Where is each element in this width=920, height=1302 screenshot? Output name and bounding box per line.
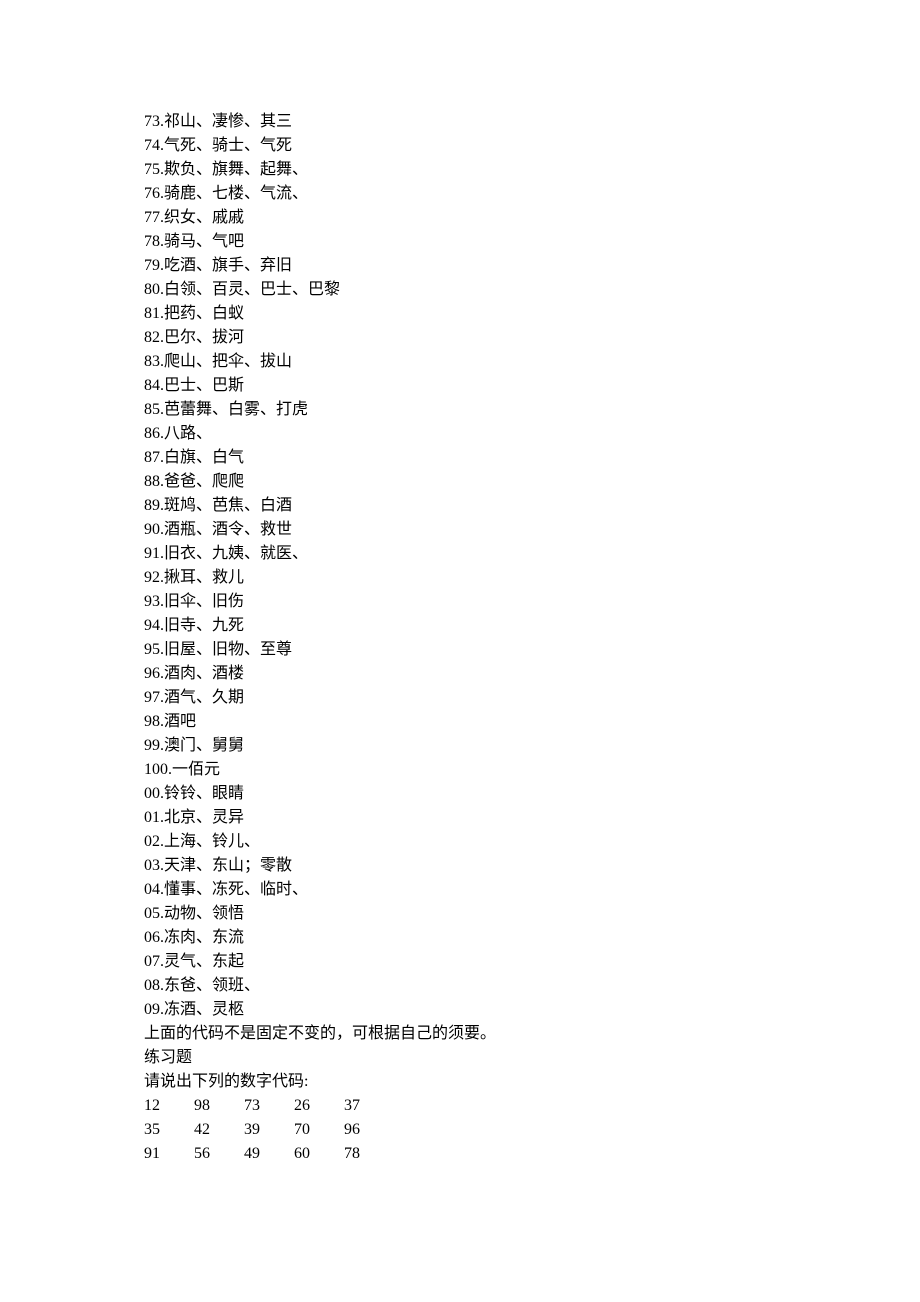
text-line: 07.灵气、东起 <box>144 950 920 974</box>
text-line: 79.吃酒、旗手、弃旧 <box>144 254 920 278</box>
text-line: 74.气死、骑士、气死 <box>144 134 920 158</box>
number-cell: 42 <box>194 1118 244 1142</box>
text-line: 100.一佰元 <box>144 758 920 782</box>
text-body: 73.祁山、凄惨、其三74.气死、骑士、气死75.欺负、旗舞、起舞、76.骑鹿、… <box>144 110 920 1094</box>
text-line: 81.把药、白蚁 <box>144 302 920 326</box>
number-cell: 12 <box>144 1094 194 1118</box>
number-cell: 78 <box>344 1142 394 1166</box>
text-line: 02.上海、铃儿、 <box>144 830 920 854</box>
number-cell: 70 <box>294 1118 344 1142</box>
number-row: 9156496078 <box>144 1142 920 1166</box>
number-cell: 98 <box>194 1094 244 1118</box>
number-cell: 49 <box>244 1142 294 1166</box>
number-cell: 39 <box>244 1118 294 1142</box>
number-cell: 37 <box>344 1094 394 1118</box>
text-line: 练习题 <box>144 1046 920 1070</box>
text-line: 06.冻肉、东流 <box>144 926 920 950</box>
text-line: 88.爸爸、爬爬 <box>144 470 920 494</box>
number-row: 1298732637 <box>144 1094 920 1118</box>
text-line: 04.懂事、冻死、临时、 <box>144 878 920 902</box>
text-line: 上面的代码不是固定不变的，可根据自己的须要。 <box>144 1022 920 1046</box>
number-cell: 91 <box>144 1142 194 1166</box>
text-line: 08.东爸、领班、 <box>144 974 920 998</box>
text-line: 94.旧寺、九死 <box>144 614 920 638</box>
text-line: 96.酒肉、酒楼 <box>144 662 920 686</box>
text-line: 05.动物、领悟 <box>144 902 920 926</box>
text-line: 85.芭蕾舞、白雾、打虎 <box>144 398 920 422</box>
text-line: 77.织女、戚戚 <box>144 206 920 230</box>
text-line: 99.澳门、舅舅 <box>144 734 920 758</box>
text-line: 82.巴尔、拔河 <box>144 326 920 350</box>
text-line: 75.欺负、旗舞、起舞、 <box>144 158 920 182</box>
text-line: 89.斑鸠、芭焦、白酒 <box>144 494 920 518</box>
number-cell: 26 <box>294 1094 344 1118</box>
text-line: 03.天津、东山；零散 <box>144 854 920 878</box>
text-line: 73.祁山、凄惨、其三 <box>144 110 920 134</box>
number-cell: 60 <box>294 1142 344 1166</box>
text-line: 01.北京、灵异 <box>144 806 920 830</box>
text-line: 90.酒瓶、酒令、救世 <box>144 518 920 542</box>
number-cell: 56 <box>194 1142 244 1166</box>
text-line: 76.骑鹿、七楼、气流、 <box>144 182 920 206</box>
text-line: 请说出下列的数字代码: <box>144 1070 920 1094</box>
number-grid: 129873263735423970969156496078 <box>144 1094 920 1166</box>
text-line: 93.旧伞、旧伤 <box>144 590 920 614</box>
text-line: 00.铃铃、眼睛 <box>144 782 920 806</box>
text-line: 87.白旗、白气 <box>144 446 920 470</box>
text-line: 95.旧屋、旧物、至尊 <box>144 638 920 662</box>
text-line: 92.揪耳、救儿 <box>144 566 920 590</box>
text-line: 84.巴士、巴斯 <box>144 374 920 398</box>
text-line: 86.八路、 <box>144 422 920 446</box>
number-cell: 35 <box>144 1118 194 1142</box>
text-line: 91.旧衣、九姨、就医、 <box>144 542 920 566</box>
text-line: 09.冻酒、灵柩 <box>144 998 920 1022</box>
text-line: 80.白领、百灵、巴士、巴黎 <box>144 278 920 302</box>
text-line: 83.爬山、把伞、拔山 <box>144 350 920 374</box>
number-row: 3542397096 <box>144 1118 920 1142</box>
number-cell: 73 <box>244 1094 294 1118</box>
text-line: 98.酒吧 <box>144 710 920 734</box>
text-line: 78.骑马、气吧 <box>144 230 920 254</box>
document-page: 73.祁山、凄惨、其三74.气死、骑士、气死75.欺负、旗舞、起舞、76.骑鹿、… <box>0 0 920 1302</box>
text-line: 97.酒气、久期 <box>144 686 920 710</box>
number-cell: 96 <box>344 1118 394 1142</box>
